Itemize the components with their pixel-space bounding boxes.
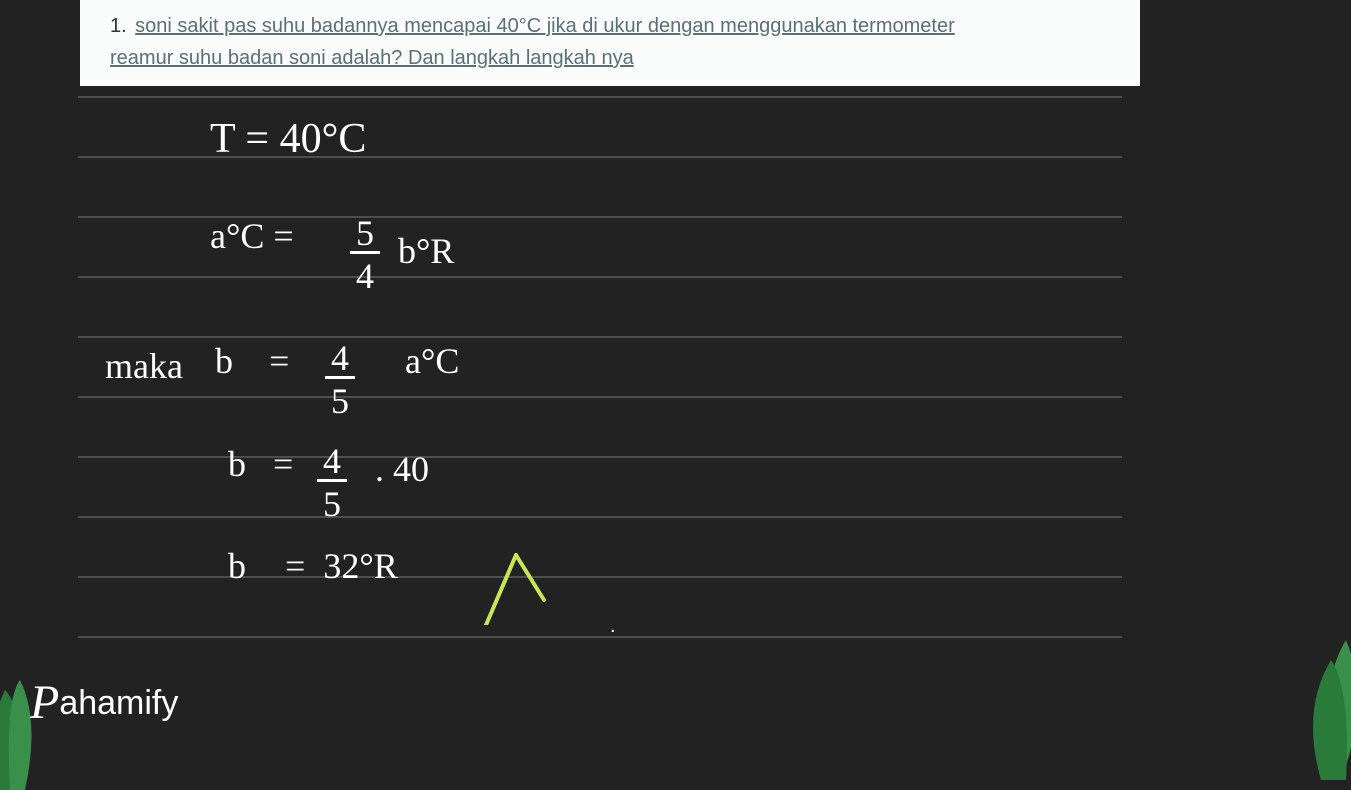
- formula-frac-num: 5: [350, 215, 380, 254]
- question-text-line1: soni sakit pas suhu badannya mencapai 40…: [135, 15, 955, 37]
- step1-frac-num: 4: [325, 340, 355, 379]
- logo: Pahamify: [30, 675, 178, 730]
- step1-fraction: 4 5: [325, 340, 355, 419]
- step1-b: b: [215, 341, 233, 381]
- stray-dot: .: [610, 615, 616, 638]
- step2-fraction: 4 5: [317, 443, 347, 522]
- result: = 32°R: [285, 545, 398, 587]
- step2-frac-num: 4: [317, 443, 347, 482]
- step2-frac-den: 5: [317, 482, 347, 522]
- step1-frac-den: 5: [325, 379, 355, 419]
- result-value: 32°R: [323, 546, 397, 586]
- checkmark-icon: [476, 545, 556, 625]
- step3-b: b: [228, 546, 246, 586]
- step1-lhs: b =: [215, 340, 289, 382]
- question-box: 1. soni sakit pas suhu badannya mencapai…: [80, 0, 1140, 86]
- step1-rhs: a°C: [405, 340, 459, 382]
- formula-rhs: b°R: [398, 231, 454, 271]
- then-label: maka: [105, 345, 183, 387]
- formula-lhs-text: a°C =: [210, 216, 294, 256]
- step2-lhs: b =: [228, 443, 293, 485]
- step2-eq: =: [273, 444, 293, 484]
- formula-frac-den: 4: [350, 254, 380, 294]
- question-link[interactable]: soni sakit pas suhu badannya mencapai 40…: [110, 15, 955, 69]
- step1-eq: =: [269, 341, 289, 381]
- formula-fraction: 5 4 b°R: [350, 215, 454, 294]
- formula-lhs: a°C =: [210, 215, 294, 257]
- logo-text: ahamify: [59, 684, 178, 722]
- given-temperature: T = 40°C: [210, 115, 366, 163]
- question-text-line2: reamur suhu badan soni adalah? Dan langk…: [110, 47, 634, 69]
- step2-b: b: [228, 444, 246, 484]
- step2-rhs: . 40: [375, 448, 429, 490]
- step3-lhs: b: [228, 545, 246, 587]
- step3-eq: =: [285, 546, 305, 586]
- question-number: 1.: [110, 15, 127, 37]
- leaf-right-icon: [1261, 580, 1351, 780]
